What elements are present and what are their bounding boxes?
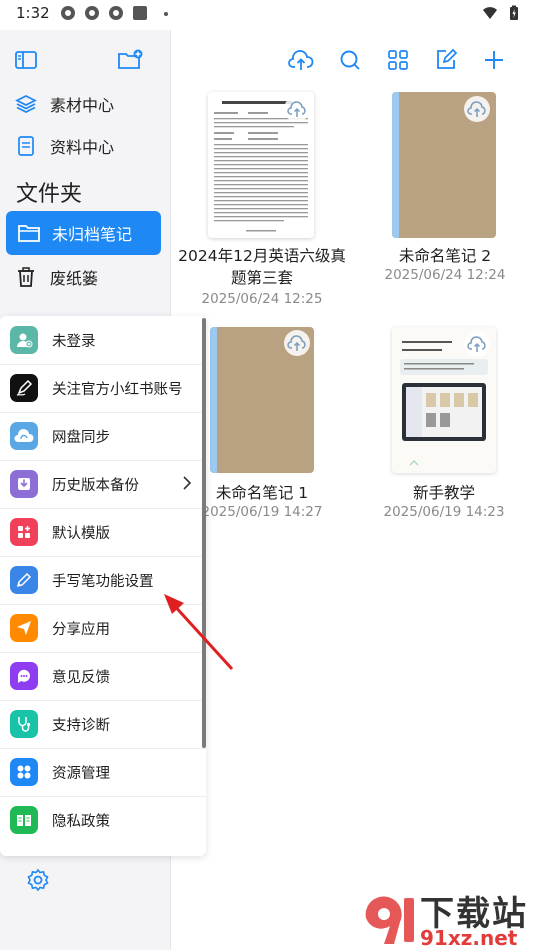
menu-item-label: 历史版本备份 bbox=[52, 477, 139, 494]
menu-item-default-template[interactable]: 默认模版 bbox=[0, 508, 206, 557]
cloud-upload-button[interactable] bbox=[287, 46, 315, 74]
wifi-icon bbox=[483, 7, 497, 19]
app-notification-icon bbox=[61, 6, 75, 20]
square-notification-icon bbox=[133, 6, 147, 20]
note-title[interactable]: 2024年12月英语六级真题第三套 bbox=[176, 245, 348, 289]
edit-icon bbox=[437, 48, 458, 69]
sidebar-item-label: 素材中心 bbox=[50, 96, 115, 115]
note-date: 2025/06/24 12:25 bbox=[201, 291, 323, 307]
menu-item-label: 网盘同步 bbox=[52, 429, 110, 446]
feedback-icon bbox=[10, 662, 38, 690]
note-title[interactable]: 未命名笔记 1 bbox=[196, 482, 328, 504]
cloud-upload-icon bbox=[467, 101, 486, 117]
cloud-upload-icon bbox=[288, 50, 314, 70]
template-icon bbox=[10, 518, 38, 546]
app-notification-icon bbox=[85, 6, 99, 20]
note-card-thumbnail[interactable] bbox=[392, 92, 496, 238]
cloud-status-badge bbox=[464, 331, 490, 357]
menu-item-label: 资源管理 bbox=[52, 765, 110, 782]
grid-view-button[interactable] bbox=[384, 46, 412, 74]
menu-item-version-backup[interactable]: 历史版本备份 bbox=[0, 460, 206, 509]
status-bar: 1:32 bbox=[0, 0, 534, 30]
share-icon bbox=[10, 614, 38, 642]
sidebar-folder-unfiled[interactable]: 未归档笔记 bbox=[6, 211, 161, 255]
menu-item-login[interactable]: 未登录 bbox=[0, 316, 206, 365]
cloud-status-badge bbox=[284, 330, 310, 356]
cloud-status-badge bbox=[284, 96, 310, 122]
menu-item-label: 关注官方小红书账号 bbox=[52, 381, 183, 398]
sidebar-folder-label: 废纸篓 bbox=[50, 269, 99, 288]
stylus-icon bbox=[10, 566, 38, 594]
new-folder-button[interactable] bbox=[116, 46, 144, 74]
menu-item-label: 意见反馈 bbox=[52, 669, 110, 686]
sidebar-toggle-icon bbox=[15, 51, 37, 69]
menu-item-label: 默认模版 bbox=[52, 525, 110, 542]
search-button[interactable] bbox=[336, 46, 364, 74]
grid-icon bbox=[388, 50, 408, 70]
document-icon bbox=[18, 136, 34, 156]
backup-icon bbox=[10, 470, 38, 498]
stethoscope-icon bbox=[10, 710, 38, 738]
menu-item-label: 隐私政策 bbox=[52, 813, 110, 830]
menu-item-privacy-policy[interactable]: 隐私政策 bbox=[0, 796, 206, 844]
sidebar-folder-trash[interactable]: 废纸篓 bbox=[14, 258, 164, 296]
menu-item-label: 分享应用 bbox=[52, 621, 110, 638]
notebook-spine bbox=[210, 327, 217, 473]
note-date: 2025/06/19 14:27 bbox=[201, 504, 323, 520]
layers-icon bbox=[15, 95, 37, 113]
note-date: 2025/06/24 12:24 bbox=[384, 267, 506, 283]
battery-icon bbox=[510, 5, 518, 20]
note-date: 2025/06/19 14:23 bbox=[383, 504, 505, 520]
app-notification-icon bbox=[109, 6, 123, 20]
more-dot-icon bbox=[164, 12, 168, 16]
sidebar-item-resources[interactable]: 资料中心 bbox=[14, 127, 164, 165]
annotation-arrow bbox=[164, 594, 234, 671]
menu-scrollbar[interactable] bbox=[202, 318, 206, 748]
watermark: 下载站 91xz.net bbox=[360, 888, 534, 952]
menu-item-label: 未登录 bbox=[52, 333, 96, 350]
menu-item-cloud-sync[interactable]: 网盘同步 bbox=[0, 412, 206, 461]
sidebar-item-label: 资料中心 bbox=[50, 138, 115, 157]
toggle-sidebar-button[interactable] bbox=[12, 46, 40, 74]
notebook-spine bbox=[392, 92, 399, 238]
sidebar-item-materials[interactable]: 素材中心 bbox=[14, 85, 164, 123]
note-card-thumbnail[interactable] bbox=[208, 92, 314, 238]
menu-item-label: 手写笔功能设置 bbox=[52, 573, 154, 590]
book-icon bbox=[10, 806, 38, 834]
pen-nib-icon bbox=[10, 374, 38, 402]
menu-item-follow-xiaohongshu[interactable]: 关注官方小红书账号 bbox=[0, 364, 206, 413]
add-note-button[interactable] bbox=[480, 46, 508, 74]
menu-item-label: 支持诊断 bbox=[52, 717, 110, 734]
cloud-upload-icon bbox=[287, 101, 306, 117]
note-title[interactable]: 新手教学 bbox=[380, 482, 508, 504]
cloud-upload-icon bbox=[467, 336, 486, 352]
plus-icon bbox=[485, 51, 503, 69]
edit-button[interactable] bbox=[432, 46, 460, 74]
add-folder-icon bbox=[118, 49, 143, 69]
note-title[interactable]: 未命名笔记 2 bbox=[370, 245, 520, 267]
cloud-upload-icon bbox=[287, 335, 306, 351]
chevron-right-icon bbox=[183, 476, 192, 490]
sidebar-folder-label: 未归档笔记 bbox=[52, 225, 133, 244]
user-icon bbox=[10, 326, 38, 354]
menu-item-diagnostics[interactable]: 支持诊断 bbox=[0, 700, 206, 749]
menu-item-resource-management[interactable]: 资源管理 bbox=[0, 748, 206, 797]
search-icon bbox=[340, 50, 360, 70]
folder-heading: 文件夹 bbox=[16, 182, 83, 207]
note-card-thumbnail[interactable] bbox=[392, 327, 496, 473]
watermark-url: 91xz.net bbox=[420, 926, 518, 950]
folder-icon bbox=[18, 225, 40, 242]
gear-icon bbox=[27, 868, 49, 892]
cloud-sync-icon bbox=[10, 422, 38, 450]
grid-icon bbox=[10, 758, 38, 786]
cloud-status-badge bbox=[464, 96, 490, 122]
trash-icon bbox=[18, 267, 34, 287]
note-card-thumbnail[interactable] bbox=[210, 327, 314, 473]
status-time: 1:32 bbox=[16, 4, 50, 22]
settings-button[interactable] bbox=[24, 866, 52, 894]
